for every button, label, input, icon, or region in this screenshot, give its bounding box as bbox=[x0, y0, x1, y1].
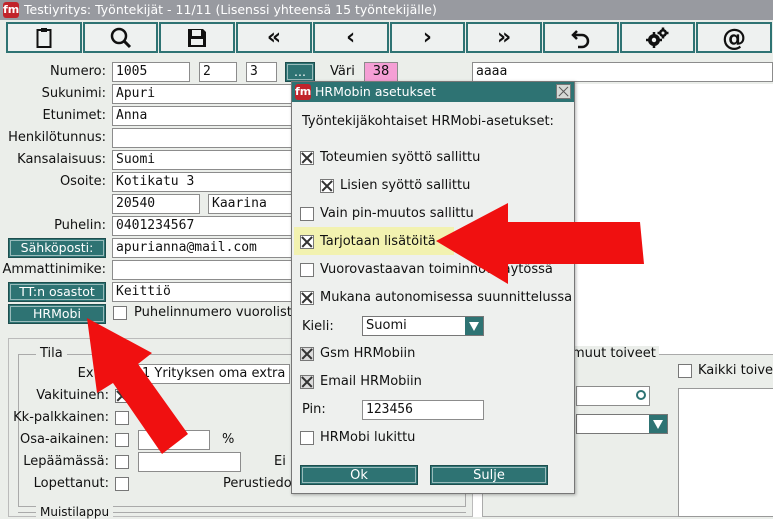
arrow-to-hrmobi-button bbox=[87, 318, 188, 454]
annotation-arrows bbox=[87, 203, 644, 454]
arrow-to-tarjotaan bbox=[436, 203, 644, 284]
